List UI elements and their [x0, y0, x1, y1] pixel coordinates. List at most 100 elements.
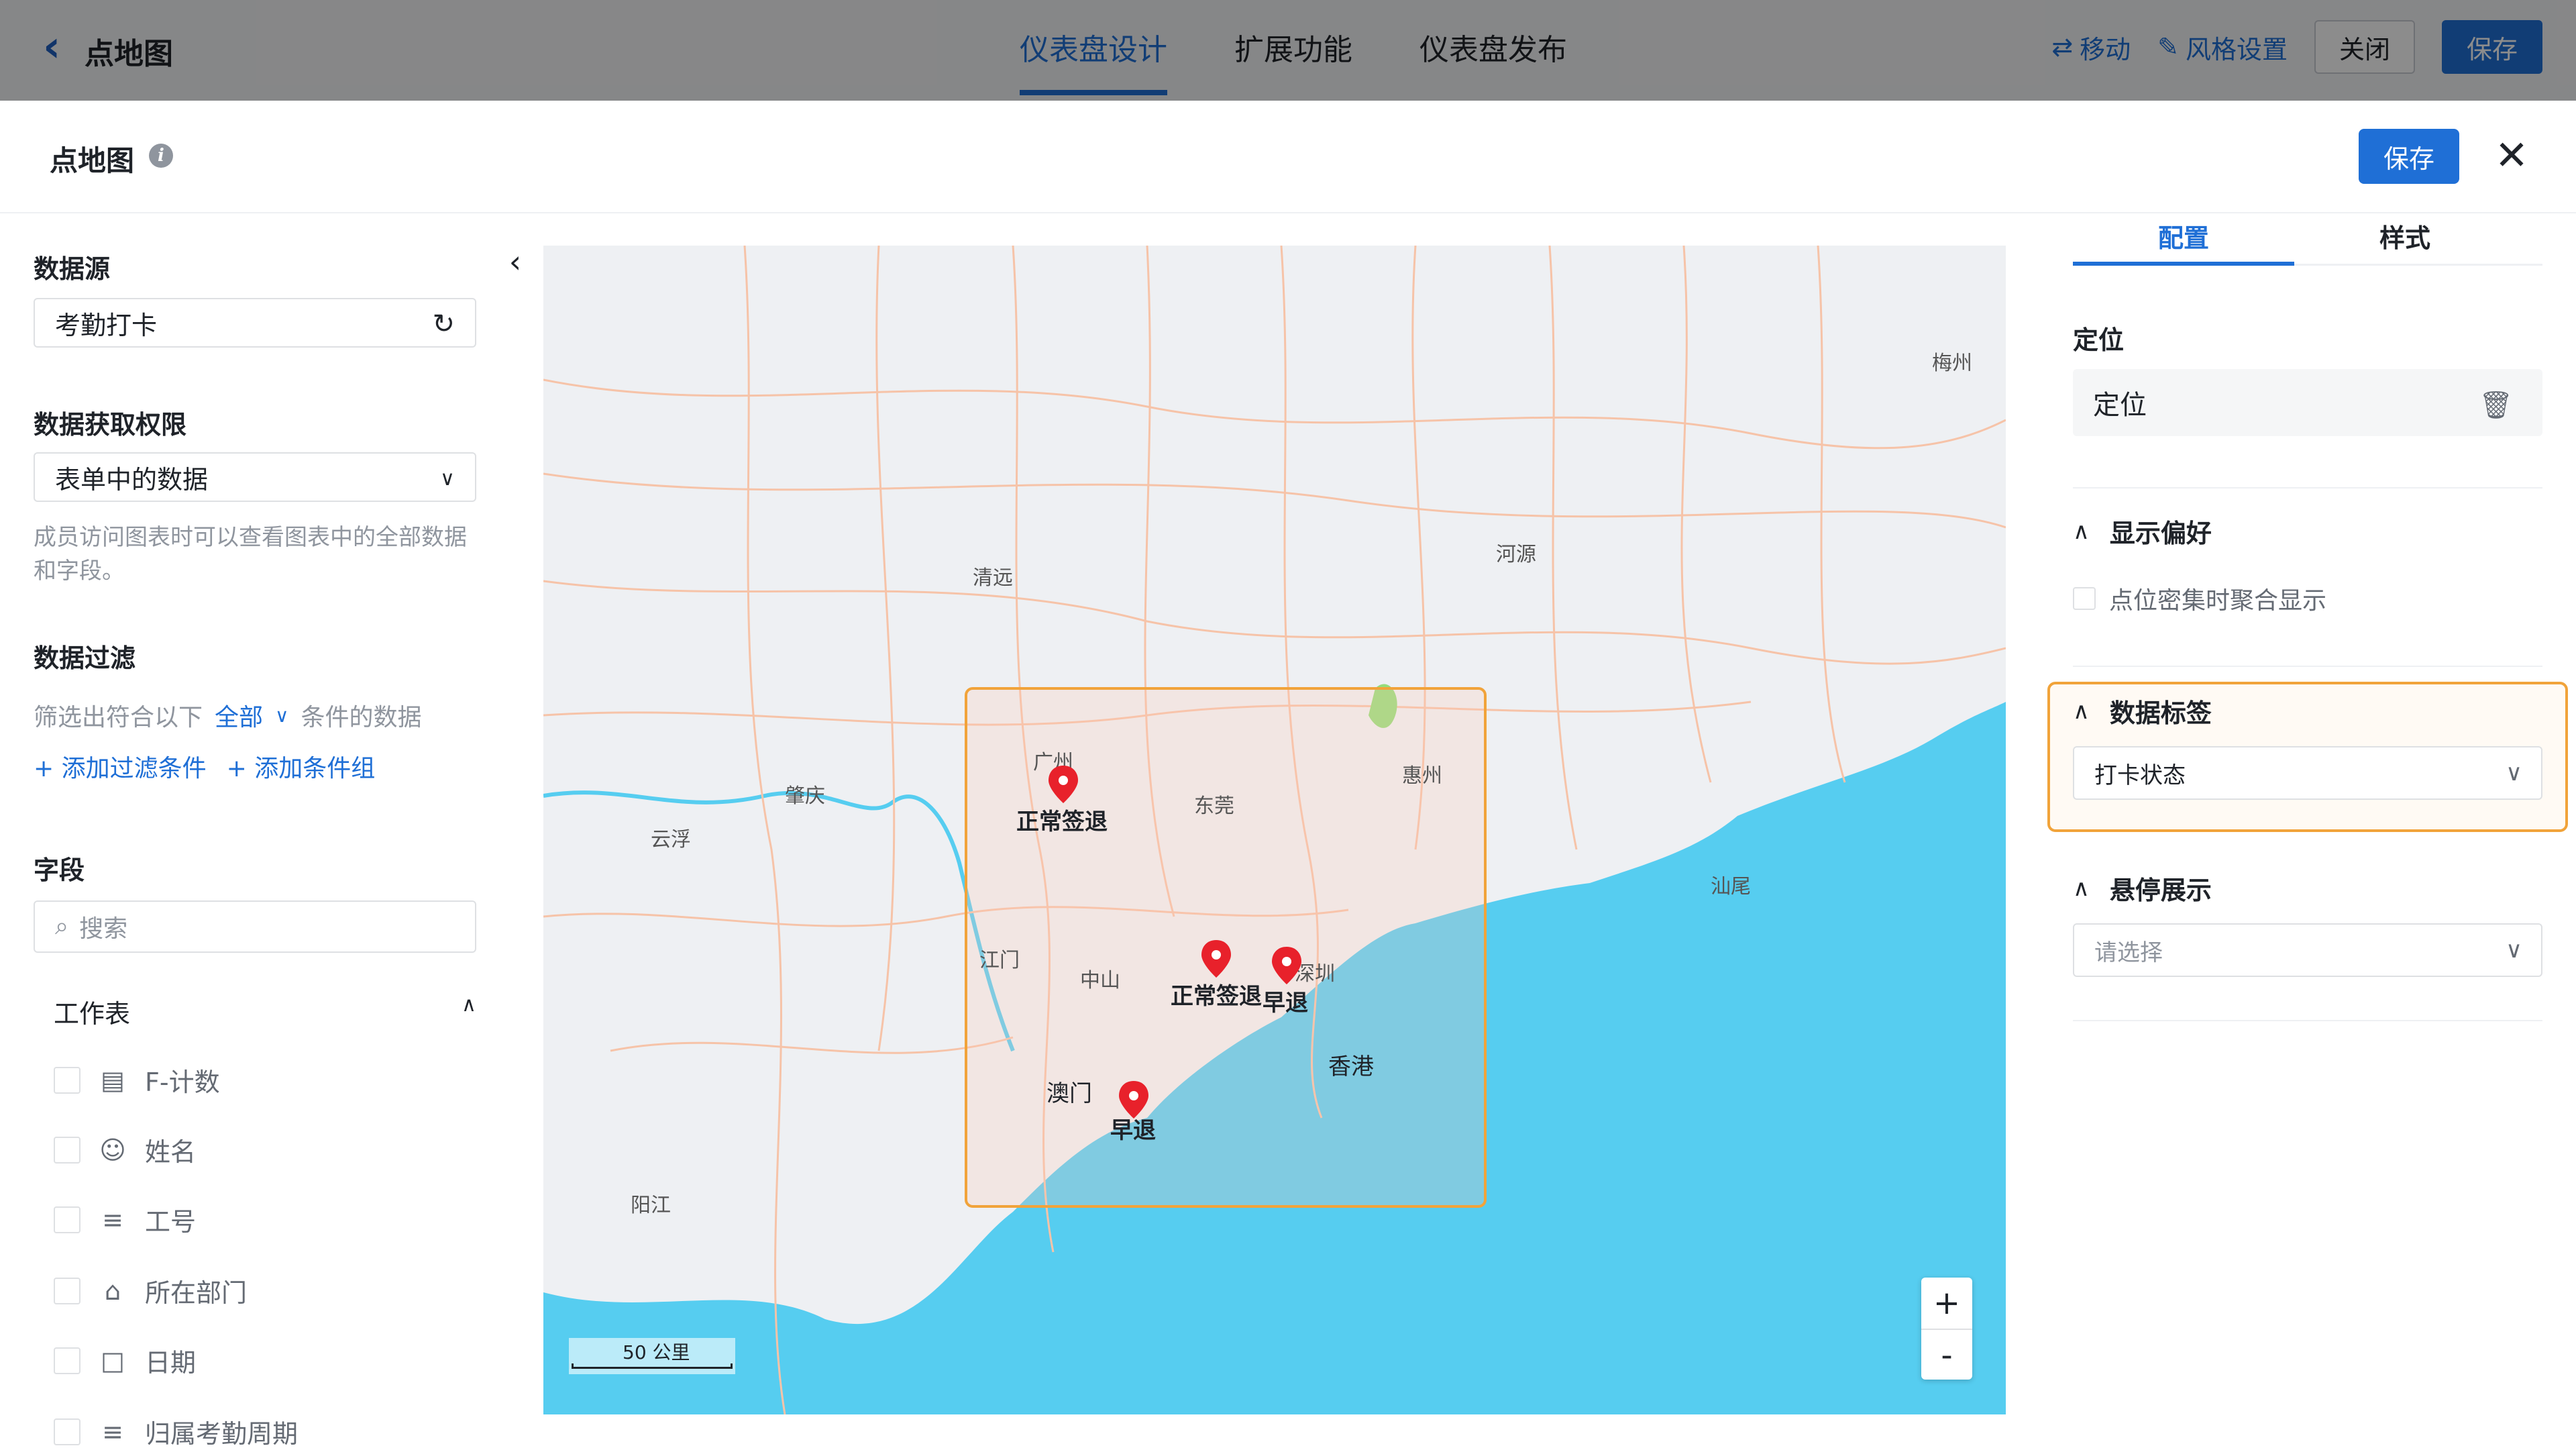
marker-label: 早退	[1263, 990, 1308, 1016]
hover-display-title: 悬停展示	[2109, 876, 2212, 905]
field-item[interactable]: □ 日期	[54, 1342, 196, 1379]
hover-display-select[interactable]: 请选择 ∨	[2073, 923, 2542, 977]
city-label: 阳江	[631, 1194, 671, 1217]
settings-tabs: 配置 样式	[2073, 215, 2542, 266]
permission-select[interactable]: 表单中的数据 ∨	[34, 452, 476, 502]
field-search-input[interactable]: ⌕ 搜索	[34, 900, 476, 953]
display-preference-header[interactable]: ∧ 显示偏好	[2073, 513, 2212, 550]
tab-style[interactable]: 样式	[2294, 215, 2516, 264]
collapse-panel-button[interactable]: ‹	[495, 228, 535, 295]
field-item[interactable]: ☺ 姓名	[54, 1131, 196, 1168]
field-label: 工号	[145, 1207, 197, 1237]
city-label: 梅州	[1932, 352, 1972, 374]
filter-mode-select[interactable]: 全部	[215, 698, 263, 733]
field-checkbox[interactable]	[54, 1277, 80, 1304]
marker-label: 正常签退	[1016, 809, 1108, 835]
hover-display-placeholder: 请选择	[2094, 939, 2163, 966]
search-placeholder: 搜索	[79, 915, 128, 943]
marker-label: 正常签退	[1171, 984, 1262, 1009]
city-label: 深圳	[1295, 963, 1335, 985]
add-group-button[interactable]: + 添加条件组	[227, 749, 376, 784]
field-checkbox[interactable]	[54, 1206, 80, 1233]
city-label: 河源	[1496, 544, 1536, 566]
city-label: 澳门	[1046, 1081, 1092, 1106]
field-label: 归属考勤周期	[145, 1419, 299, 1448]
plus-icon: +	[34, 755, 62, 782]
cluster-label: 点位密集时聚合显示	[2109, 587, 2327, 615]
field-label: F-计数	[145, 1068, 220, 1097]
add-filter-label: 添加过滤条件	[61, 755, 207, 782]
refresh-icon[interactable]: ↻	[432, 309, 455, 340]
person-icon: ☺	[99, 1135, 126, 1165]
cluster-checkbox[interactable]	[2073, 587, 2096, 610]
field-checkbox[interactable]	[54, 1347, 80, 1374]
marker-label: 早退	[1110, 1118, 1156, 1143]
filter-actions: + 添加过滤条件 + 添加条件组	[34, 749, 375, 784]
data-label-title: 数据标签	[2109, 699, 2212, 728]
chevron-down-icon[interactable]: ∨	[275, 705, 289, 727]
plus-icon: +	[226, 755, 255, 782]
map-canvas[interactable]: 梅州 河源 清远 广州 东莞 惠州 肇庆 云浮 汕尾 江门 中山 深圳 香港 澳…	[543, 246, 2006, 1414]
scale-bar	[572, 1363, 733, 1369]
data-label-select[interactable]: 打卡状态 ∨	[2073, 746, 2542, 800]
city-label: 香港	[1328, 1054, 1374, 1080]
datasource-value: 考勤打卡	[55, 310, 158, 340]
field-item[interactable]: ≡ 归属考勤周期	[54, 1413, 298, 1448]
search-icon: ⌕	[55, 913, 69, 940]
datasource-title: 数据源	[34, 254, 111, 284]
city-label: 江门	[979, 949, 1020, 972]
chevron-down-icon: ∨	[2506, 937, 2522, 964]
chevron-down-icon: ∨	[440, 467, 455, 490]
zoom-control: + -	[1921, 1278, 1972, 1380]
calendar-icon: □	[101, 1345, 125, 1376]
add-group-label: 添加条件组	[254, 755, 376, 782]
position-title: 定位	[2073, 325, 2125, 355]
cluster-option[interactable]: 点位密集时聚合显示	[2073, 581, 2326, 616]
permission-title: 数据获取权限	[34, 410, 187, 439]
fields-title: 字段	[34, 856, 85, 885]
field-label: 姓名	[145, 1137, 197, 1167]
field-checkbox[interactable]	[54, 1066, 80, 1094]
chevron-up-icon: ∧	[462, 993, 476, 1017]
divider	[2073, 1020, 2542, 1021]
field-group-header[interactable]: 工作表 ∧	[54, 993, 476, 1030]
trash-icon[interactable]: 🗑	[2479, 389, 2513, 421]
zoom-in-button[interactable]: +	[1921, 1278, 1972, 1329]
data-label-header[interactable]: ∧ 数据标签	[2073, 692, 2212, 729]
hover-display-header[interactable]: ∧ 悬停展示	[2073, 870, 2212, 907]
map-scale: 50 公里	[569, 1338, 735, 1374]
close-icon[interactable]: ✕	[2490, 134, 2533, 177]
chevron-up-icon: ∧	[2073, 697, 2090, 725]
field-checkbox[interactable]	[54, 1136, 80, 1163]
display-preference-title: 显示偏好	[2109, 519, 2212, 548]
add-filter-button[interactable]: + 添加过滤条件	[34, 749, 207, 784]
count-icon: ▤	[101, 1065, 125, 1095]
info-icon[interactable]: i	[149, 144, 173, 168]
modal-backdrop	[0, 0, 2576, 101]
field-item[interactable]: ≡ 工号	[54, 1201, 196, 1238]
field-label: 所在部门	[145, 1278, 248, 1308]
scale-label: 50 公里	[623, 1341, 690, 1363]
filter-suffix: 条件的数据	[301, 704, 422, 731]
divider	[2073, 487, 2542, 488]
city-label: 肇庆	[785, 785, 825, 807]
map-preview[interactable]: 梅州 河源 清远 广州 东莞 惠州 肇庆 云浮 汕尾 江门 中山 深圳 香港 澳…	[543, 246, 2006, 1414]
data-label-value: 打卡状态	[2094, 762, 2186, 789]
chevron-up-icon: ∧	[2073, 874, 2090, 902]
position-field[interactable]: 定位 🗑	[2073, 369, 2542, 436]
modal-save-button[interactable]: 保存	[2359, 129, 2459, 184]
position-value: 定位	[2093, 390, 2147, 421]
department-icon: ⌂	[104, 1276, 121, 1306]
permission-value: 表单中的数据	[55, 464, 209, 495]
city-label: 云浮	[651, 829, 691, 851]
zoom-out-button[interactable]: -	[1921, 1329, 1972, 1380]
text-icon: ≡	[102, 1416, 123, 1447]
tab-config[interactable]: 配置	[2073, 215, 2294, 266]
field-label: 日期	[145, 1348, 197, 1378]
filter-title: 数据过滤	[34, 643, 136, 673]
field-item[interactable]: ▤ F-计数	[54, 1062, 220, 1098]
field-item[interactable]: ⌂ 所在部门	[54, 1272, 247, 1309]
datasource-select[interactable]: 考勤打卡 ↻	[34, 298, 476, 348]
field-checkbox[interactable]	[54, 1418, 80, 1445]
chevron-up-icon: ∧	[2073, 517, 2090, 545]
